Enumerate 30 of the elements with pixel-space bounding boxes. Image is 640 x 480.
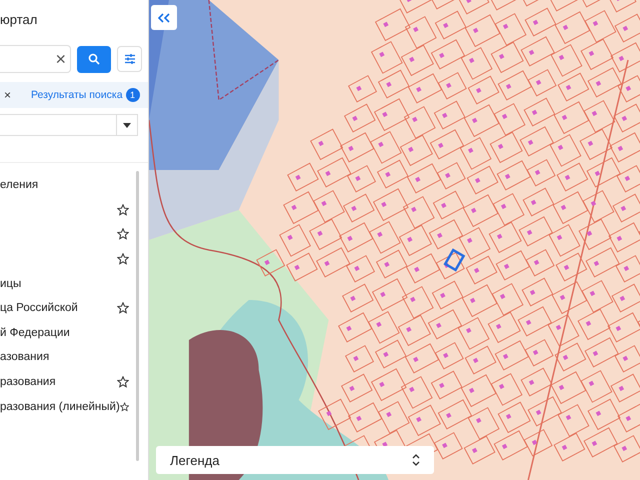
scrollbar[interactable] xyxy=(136,171,139,461)
star-icon[interactable] xyxy=(120,400,129,413)
star-icon[interactable] xyxy=(117,228,129,240)
sort-caret-icon xyxy=(412,454,420,466)
caret-icon xyxy=(123,122,131,128)
star-icon[interactable] xyxy=(117,302,129,314)
star-icon[interactable] xyxy=(117,253,129,266)
clear-icon[interactable]: × xyxy=(55,50,66,68)
filter-button[interactable] xyxy=(117,46,142,72)
group-heading[interactable]: й Федерации xyxy=(0,326,70,339)
search-field[interactable]: × xyxy=(0,45,71,73)
portal-title: юртал xyxy=(0,11,38,29)
collapse-panel-button[interactable] xyxy=(151,5,177,30)
star-icon[interactable] xyxy=(117,204,129,216)
search-button[interactable] xyxy=(77,46,111,72)
group-heading[interactable]: еления xyxy=(0,179,38,192)
star-icon[interactable] xyxy=(117,376,129,388)
double-chevron-icon xyxy=(158,12,170,22)
results-tab[interactable]: Результаты поиска 1 xyxy=(31,88,140,102)
filter-icon xyxy=(124,53,136,65)
legend-label: Легенда xyxy=(170,452,220,468)
group-heading[interactable]: ицы xyxy=(0,278,22,290)
count-badge: 1 xyxy=(126,88,140,102)
layer-name[interactable]: разования (линейный) xyxy=(0,400,120,413)
group-heading[interactable]: азования xyxy=(0,351,50,364)
layer-name[interactable]: разования xyxy=(0,376,56,388)
search-icon xyxy=(88,53,100,65)
close-tab[interactable]: × xyxy=(4,88,12,102)
layer-name[interactable]: ца Российской xyxy=(0,302,78,314)
legend-dropdown[interactable]: Легенда xyxy=(156,446,434,474)
